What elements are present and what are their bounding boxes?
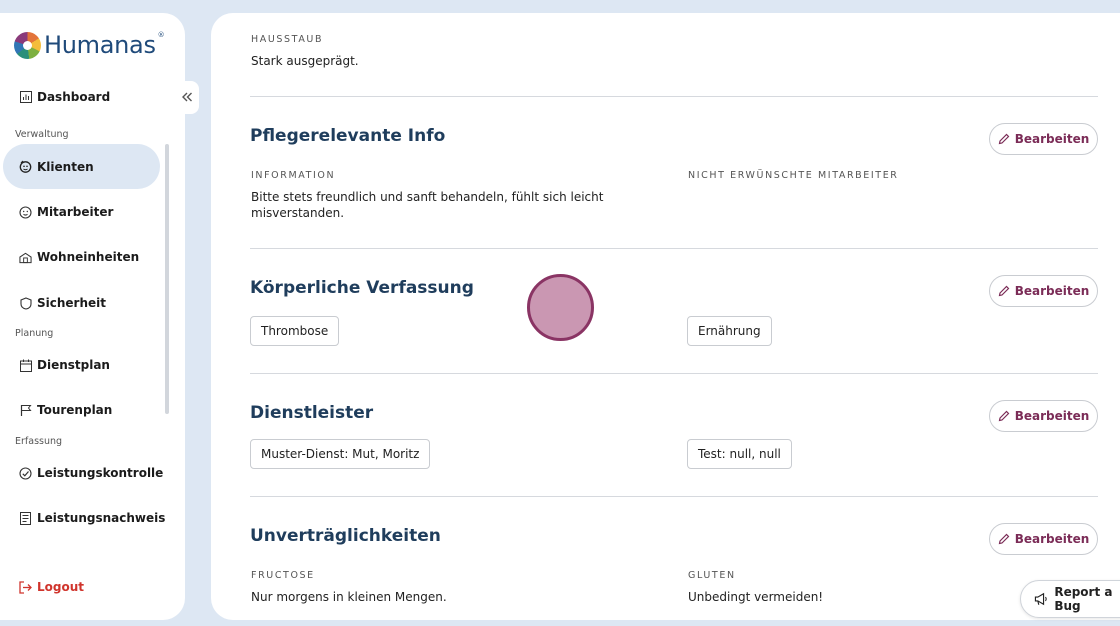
unvertr-title: Unverträglichkeiten xyxy=(250,526,441,546)
section-verwaltung: Verwaltung xyxy=(15,129,69,140)
flag-icon xyxy=(19,404,32,417)
fructose-label: FRUCTOSE xyxy=(251,570,315,581)
report-bug-label: Report a Bug xyxy=(1054,585,1113,613)
receipt-icon xyxy=(19,511,32,525)
dienst-title: Dienstleister xyxy=(250,403,374,423)
gluten-value: Unbedingt vermeiden! xyxy=(688,590,824,604)
smiley-icon xyxy=(19,205,32,219)
sidebar-item-leistungskontrolle[interactable]: Leistungskontrolle xyxy=(19,466,163,480)
building-icon xyxy=(19,251,32,264)
sidebar-item-label: Leistungsnachweis xyxy=(37,511,166,525)
koerper-title: Körperliche Verfassung xyxy=(250,278,474,298)
pencil-icon xyxy=(998,533,1010,545)
registered-mark: ® xyxy=(157,31,165,39)
touch-indicator xyxy=(527,274,594,341)
edit-label: Bearbeiten xyxy=(1014,409,1090,423)
sidebar-item-label: Sicherheit xyxy=(37,296,106,310)
main-content: HAUSSTAUB Stark ausgeprägt. Pflegereleva… xyxy=(211,13,1120,620)
logout-label: Logout xyxy=(37,580,85,594)
report-bug-button[interactable]: Report a Bug xyxy=(1020,580,1120,618)
section-erfassung: Erfassung xyxy=(15,436,63,447)
calendar-icon xyxy=(19,359,32,372)
dienst-edit-button[interactable]: Bearbeiten xyxy=(989,400,1098,432)
excluded-staff-label: NICHT ERWÜNSCHTE MITARBEITER xyxy=(688,170,899,181)
sidebar-item-klienten[interactable]: Klienten xyxy=(3,144,160,189)
sidebar-item-dashboard[interactable]: Dashboard xyxy=(19,90,110,104)
edit-label: Bearbeiten xyxy=(1014,132,1090,146)
logo-text: Humanas xyxy=(44,31,156,59)
megaphone-icon xyxy=(1034,592,1047,606)
shield-icon xyxy=(19,296,32,310)
edit-label: Bearbeiten xyxy=(1014,532,1090,546)
sidebar-item-tourenplan[interactable]: Tourenplan xyxy=(19,403,112,417)
information-label: INFORMATION xyxy=(251,170,336,181)
logout-button[interactable]: Logout xyxy=(19,580,84,594)
divider xyxy=(250,248,1098,249)
logo-mark-icon xyxy=(14,31,41,59)
chip-thrombose: Thrombose xyxy=(250,316,340,346)
sidebar-item-label: Tourenplan xyxy=(37,403,113,417)
sidebar-item-label: Dashboard xyxy=(37,90,111,104)
pflege-title: Pflegerelevante Info xyxy=(250,126,446,146)
information-value: Bitte stets freundlich und sanft behande… xyxy=(251,190,604,220)
humanas-logo[interactable]: Humanas ® xyxy=(14,31,165,59)
pencil-icon xyxy=(998,133,1010,145)
sidebar-item-sicherheit[interactable]: Sicherheit xyxy=(19,296,106,310)
unvertr-edit-button[interactable]: Bearbeiten xyxy=(989,523,1098,555)
sidebar-item-dienstplan[interactable]: Dienstplan xyxy=(19,358,110,372)
user-group-icon xyxy=(19,160,32,173)
chip-ernaehrung: Ernährung xyxy=(687,316,772,346)
collapse-sidebar-button[interactable] xyxy=(175,81,199,114)
divider xyxy=(250,96,1098,97)
sidebar-item-mitarbeiter[interactable]: Mitarbeiter xyxy=(19,205,113,219)
edit-label: Bearbeiten xyxy=(1014,284,1090,298)
sidebar-item-label: Leistungskontrolle xyxy=(37,466,164,480)
koerper-edit-button[interactable]: Bearbeiten xyxy=(989,275,1098,307)
chip-test: Test: null, null xyxy=(687,439,792,469)
chart-icon xyxy=(19,91,32,104)
hausstaub-label: HAUSSTAUB xyxy=(251,34,324,45)
section-planung: Planung xyxy=(15,328,54,339)
hausstaub-value: Stark ausgeprägt. xyxy=(251,54,359,68)
pflege-edit-button[interactable]: Bearbeiten xyxy=(989,123,1098,155)
pencil-icon xyxy=(998,285,1010,297)
sidebar: Humanas ® Dashboard Verwaltung Klienten … xyxy=(0,13,185,620)
pencil-icon xyxy=(998,410,1010,422)
check-circle-icon xyxy=(19,466,32,480)
logout-icon xyxy=(19,580,32,594)
sidebar-item-label: Mitarbeiter xyxy=(37,205,114,219)
sidebar-item-label: Dienstplan xyxy=(37,358,110,372)
fructose-value: Nur morgens in kleinen Mengen. xyxy=(251,590,447,604)
divider xyxy=(250,496,1098,497)
sidebar-scrollbar[interactable] xyxy=(165,144,169,414)
divider xyxy=(250,373,1098,374)
sidebar-item-wohneinheiten[interactable]: Wohneinheiten xyxy=(19,250,139,264)
gluten-label: GLUTEN xyxy=(688,570,736,581)
sidebar-item-label: Klienten xyxy=(37,159,94,174)
sidebar-item-label: Wohneinheiten xyxy=(37,250,140,264)
double-chevron-left-icon xyxy=(181,88,193,107)
sidebar-item-leistungsnachweis[interactable]: Leistungsnachweis xyxy=(19,511,165,525)
chip-muster-dienst: Muster-Dienst: Mut, Moritz xyxy=(250,439,431,469)
